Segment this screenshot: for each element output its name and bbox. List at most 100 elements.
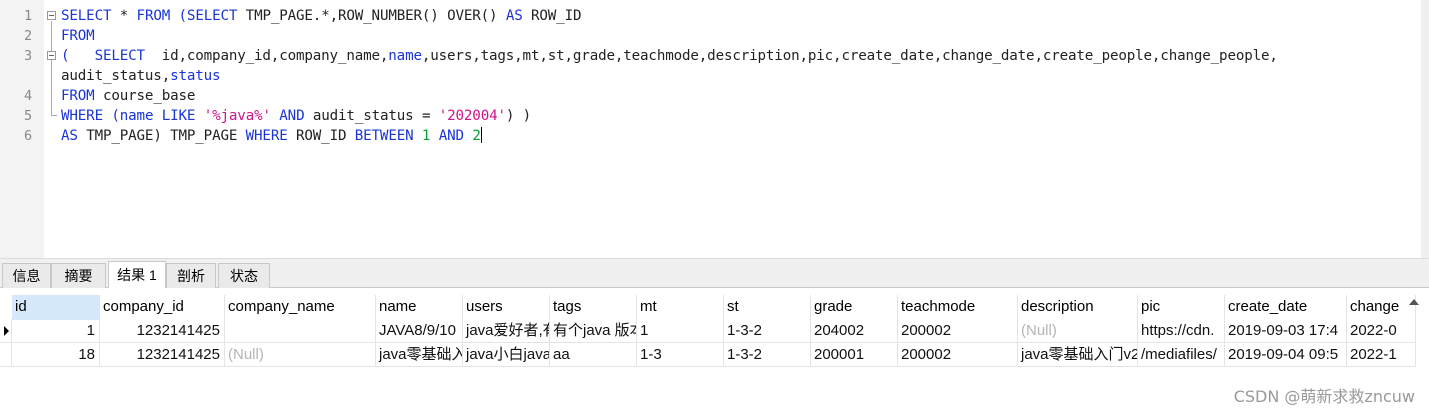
code-token: ( SELECT xyxy=(61,48,145,64)
column-header-description[interactable]: description xyxy=(1018,295,1138,320)
cell-company-id[interactable]: 1232141425 xyxy=(100,343,225,367)
table-row[interactable]: 1 1232141425 JAVA8/9/10 java爱好者,有 有个java 版本 1… xyxy=(0,319,1429,343)
cell-grade[interactable]: 200001 xyxy=(811,343,898,367)
fold-toggle-icon[interactable] xyxy=(47,11,56,20)
code-token: course_base xyxy=(94,88,196,104)
fold-toggle-icon[interactable] xyxy=(47,51,56,60)
code-line: ( SELECT id,company_id,company_name,name… xyxy=(61,46,1278,66)
code-line: WHERE (name LIKE '%java%' AND audit_stat… xyxy=(61,106,531,126)
tab-profile[interactable]: 剖析 xyxy=(166,263,216,288)
line-number-gutter: 1 2 3 4 5 6 xyxy=(0,0,44,258)
tab-summary[interactable]: 摘要 xyxy=(51,263,106,288)
cell-description[interactable]: java零基础入门v2 xyxy=(1018,343,1138,367)
cell-company-name[interactable] xyxy=(225,319,376,343)
cell-teachmode[interactable]: 200002 xyxy=(898,319,1018,343)
line-number: 1 xyxy=(24,8,33,24)
csdn-watermark: CSDN @萌新求救zncuw xyxy=(1233,387,1415,406)
code-token: ROW_ID xyxy=(522,8,582,24)
code-token: 2 xyxy=(472,128,481,144)
editor-vertical-scrollbar[interactable] xyxy=(1421,0,1429,258)
code-token: audit_status = xyxy=(304,108,439,124)
row-indicator[interactable] xyxy=(0,343,12,367)
cell-st[interactable]: 1-3-2 xyxy=(724,343,811,367)
column-header-tags[interactable]: tags xyxy=(550,295,637,320)
column-header-company-id[interactable]: company_id xyxy=(100,295,225,320)
column-header-id[interactable]: id xyxy=(12,295,100,320)
cell-id[interactable]: 18 xyxy=(12,343,100,367)
cell-st[interactable]: 1-3-2 xyxy=(724,319,811,343)
cell-change[interactable]: 2022-1 xyxy=(1347,343,1416,367)
code-token: status xyxy=(170,68,221,84)
result-grid[interactable]: id company_id company_name name users tags mt s… xyxy=(0,288,1429,415)
tab-info[interactable]: 信息 xyxy=(2,263,51,288)
line-number: 5 xyxy=(24,108,33,124)
column-header-mt[interactable]: mt xyxy=(637,295,724,320)
column-header-grade[interactable]: grade xyxy=(811,295,898,320)
code-token: AND xyxy=(279,108,305,124)
cell-pic[interactable]: /mediafiles/ xyxy=(1138,343,1225,367)
code-token: audit_status, xyxy=(61,68,171,84)
sql-editor[interactable]: 1 2 3 4 5 6 SELECT * FROM (SELECT TMP_PAGE.*,… xyxy=(0,0,1429,258)
line-number: 4 xyxy=(24,88,33,104)
code-token: FROM xyxy=(61,88,95,104)
cell-mt[interactable]: 1-3 xyxy=(637,343,724,367)
cell-tags[interactable]: 有个java 版本 xyxy=(550,319,637,343)
code-token: SELECT xyxy=(61,8,112,24)
code-token: id,company_id,company_name, xyxy=(144,48,389,64)
cell-id[interactable]: 1 xyxy=(12,319,100,343)
table-row[interactable]: 18 1232141425 (Null) java零基础入 java小白java aa 1-… xyxy=(0,343,1429,367)
scroll-up-arrow-icon[interactable] xyxy=(1409,299,1419,305)
column-header-st[interactable]: st xyxy=(724,295,811,320)
column-header-users[interactable]: users xyxy=(463,295,550,320)
cell-change[interactable]: 2022-0 xyxy=(1347,319,1416,343)
code-token: '202004' xyxy=(438,108,506,124)
cell-pic[interactable]: https://cdn. xyxy=(1138,319,1225,343)
cell-company-id[interactable]: 1232141425 xyxy=(100,319,225,343)
text-caret xyxy=(480,127,482,143)
column-header-company-name[interactable]: company_name xyxy=(225,295,376,320)
code-line: SELECT * FROM (SELECT TMP_PAGE.*,ROW_NUM… xyxy=(61,6,582,26)
code-token: FROM xyxy=(136,8,171,24)
code-line: FROM xyxy=(61,26,95,46)
code-token: (SELECT xyxy=(178,8,238,24)
code-token: (name xyxy=(111,108,154,124)
cell-create-date[interactable]: 2019-09-03 17:4 xyxy=(1225,319,1347,343)
column-header-teachmode[interactable]: teachmode xyxy=(898,295,1018,320)
code-token: ) ) xyxy=(505,108,532,124)
cell-grade[interactable]: 204002 xyxy=(811,319,898,343)
row-indicator[interactable] xyxy=(0,319,12,343)
code-token: AS xyxy=(61,128,78,144)
tab-result-1[interactable]: 结果 1 xyxy=(108,261,166,289)
cell-users[interactable]: java爱好者,有 xyxy=(463,319,550,343)
fold-guide-end xyxy=(51,115,57,116)
fold-guide xyxy=(51,21,52,115)
column-header-name[interactable]: name xyxy=(376,295,463,320)
code-line: audit_status,status xyxy=(61,66,221,86)
cell-company-name[interactable]: (Null) xyxy=(225,343,376,367)
column-header-change[interactable]: change xyxy=(1347,295,1416,320)
cell-create-date[interactable]: 2019-09-04 09:5 xyxy=(1225,343,1347,367)
line-number: 3 xyxy=(24,48,33,64)
cell-name[interactable]: java零基础入 xyxy=(376,343,463,367)
cell-name[interactable]: JAVA8/9/10 xyxy=(376,319,463,343)
column-header-create-date[interactable]: create_date xyxy=(1225,295,1347,320)
tab-status[interactable]: 状态 xyxy=(218,263,270,288)
cell-teachmode[interactable]: 200002 xyxy=(898,343,1018,367)
code-token: BETWEEN xyxy=(354,128,414,144)
code-line: AS TMP_PAGE) TMP_PAGE WHERE ROW_ID BETWE… xyxy=(61,126,482,146)
cell-tags[interactable]: aa xyxy=(550,343,637,367)
code-token: ,users,tags,mt,st,grade,teachmode,descri… xyxy=(421,48,1278,64)
cell-users[interactable]: java小白java xyxy=(463,343,550,367)
column-header-pic[interactable]: pic xyxy=(1138,295,1225,320)
code-line: FROM course_base xyxy=(61,86,195,106)
line-number: 2 xyxy=(24,28,33,44)
cell-description[interactable]: (Null) xyxy=(1018,319,1138,343)
code-token: AND xyxy=(438,128,464,144)
cell-mt[interactable]: 1 xyxy=(637,319,724,343)
code-token: LIKE xyxy=(161,108,196,124)
current-row-arrow-icon xyxy=(4,326,9,336)
